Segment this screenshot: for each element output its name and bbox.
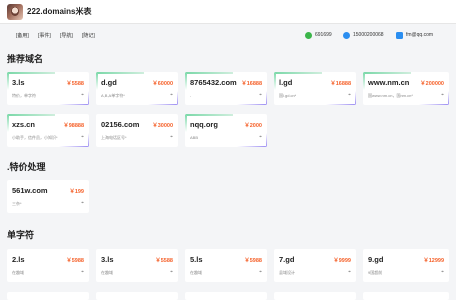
domain-name: 2.ls [12, 255, 25, 264]
tag-icon: ⌖ [348, 269, 351, 275]
tag-icon: ⌖ [81, 200, 84, 206]
domain-card[interactable]: 7.gd ￥9999 县域设计 ⌖ [274, 249, 356, 282]
domain-desc: 特价，单字符 [12, 93, 36, 98]
domain-desc: 上海电话区号* [101, 135, 127, 140]
domain-name: 7.gd [279, 255, 295, 264]
domain-card[interactable]: 9.gd ￥12999 9国超前 ⌖ [363, 249, 449, 282]
domain-card[interactable]: 3.ls ￥5588 特价，单字符 ⌖ [7, 72, 89, 105]
domain-desc: 在趣域 [12, 270, 24, 275]
domain-price: ￥9999 [333, 258, 351, 264]
domain-price: ￥98888 [63, 123, 84, 129]
domain-desc: A,B,A单字符* [101, 93, 125, 98]
tag-icon: ⌖ [81, 92, 84, 98]
domain-card[interactable]: 5.ls ￥5988 在趣域 ⌖ [185, 249, 267, 282]
domain-desc: 在趣域 [190, 270, 202, 275]
domain-price: ￥5588 [66, 81, 84, 87]
qq-icon [343, 31, 350, 39]
domain-price: ￥199 [69, 189, 84, 195]
domain-price: ￥200000 [420, 81, 444, 87]
domain-name: 9.gd [368, 255, 384, 264]
domain-card-partial[interactable] [185, 292, 267, 300]
tag-icon: ⌖ [441, 92, 444, 98]
domain-card[interactable]: www.nm.cn ￥200000 国www.nm.cn，国nm.cn* ⌖ [363, 72, 449, 105]
nav-link-nav[interactable]: [导航] [60, 32, 73, 39]
section-title-single: 单字符 [7, 230, 35, 240]
domain-name: 3.ls [101, 255, 114, 264]
tag-icon: ⌖ [170, 269, 173, 275]
domain-name: xzs.cn [12, 120, 35, 129]
domain-desc: 三杂* [12, 201, 22, 206]
site-title[interactable]: 222.domains米表 [27, 6, 91, 17]
domain-card[interactable]: 2.ls ￥5988 在趣域 ⌖ [7, 249, 89, 282]
domain-card[interactable]: xzs.cn ￥98888 小助手，信件员，小知识* ⌖ [7, 114, 89, 147]
domain-name: 8765432.com [190, 78, 237, 87]
wechat-icon [305, 31, 312, 39]
domain-card[interactable]: nqq.org ￥2000 ABB ⌖ [185, 114, 267, 147]
contact-qq: 15000200068 [343, 30, 384, 40]
domain-name: l.gd [279, 78, 293, 87]
tag-icon: ⌖ [81, 134, 84, 140]
domain-name: 02156.com [101, 120, 140, 129]
domain-name: 561w.com [12, 186, 48, 195]
domain-desc: 在趣域 [101, 270, 113, 275]
domain-desc: 国www.nm.cn，国nm.cn* [368, 93, 413, 98]
domain-price: ￥5988 [244, 258, 262, 264]
tag-icon: ⌖ [348, 92, 351, 98]
domain-desc: 9国超前 [368, 270, 383, 275]
section-title-recommended: 推荐域名 [7, 54, 44, 64]
section-title-special: .特价处理 [7, 162, 46, 172]
tag-icon: ⌖ [259, 269, 262, 275]
domain-card-partial[interactable] [274, 292, 356, 300]
domain-desc: 小助手，信件员，小知识* [12, 135, 58, 140]
domain-desc: ABB [190, 135, 199, 140]
tag-icon: ⌖ [441, 269, 444, 275]
domain-price: ￥12999 [423, 258, 444, 264]
site-logo[interactable] [7, 4, 23, 20]
domain-desc: - [190, 93, 192, 98]
domain-name: 5.ls [190, 255, 203, 264]
domain-card[interactable]: 8765432.com ￥16888 - ⌖ [185, 72, 267, 105]
domain-card[interactable]: 3.ls ￥5588 在趣域 ⌖ [96, 249, 178, 282]
contact-wechat: 691699 [305, 30, 332, 40]
domain-price: ￥5988 [66, 258, 84, 264]
domain-price: ￥60000 [152, 81, 173, 87]
nav-link-backup[interactable]: [备用] [16, 32, 29, 39]
nav-link-events[interactable]: [事件] [38, 32, 51, 39]
domain-price: ￥16888 [241, 81, 262, 87]
domain-name: www.nm.cn [368, 78, 410, 87]
domain-price: ￥2000 [244, 123, 262, 129]
email-icon [396, 31, 403, 39]
wechat-number: 691699 [315, 32, 332, 38]
nav-bar: [备用] [事件] [导航] [随记] 691699 15000200068 f… [0, 29, 456, 43]
qq-number: 15000200068 [353, 32, 384, 38]
domain-name: 3.ls [12, 78, 25, 87]
top-bar: 222.domains米表 [0, 0, 456, 24]
tag-icon: ⌖ [170, 92, 173, 98]
domain-name: d.gd [101, 78, 117, 87]
domain-card-partial[interactable] [7, 292, 89, 300]
domain-desc: 县域设计 [279, 270, 295, 275]
domain-card-partial[interactable] [363, 292, 449, 300]
domain-card[interactable]: l.gd ￥16888 国l.gd.cn* ⌖ [274, 72, 356, 105]
domain-card[interactable]: 02156.com ￥30000 上海电话区号* ⌖ [96, 114, 178, 147]
domain-price: ￥30000 [152, 123, 173, 129]
domain-card-partial[interactable] [96, 292, 178, 300]
tag-icon: ⌖ [81, 269, 84, 275]
domain-card[interactable]: 561w.com ￥199 三杂* ⌖ [7, 180, 89, 213]
domain-price: ￥5588 [155, 258, 173, 264]
nav-link-notes[interactable]: [随记] [82, 32, 95, 39]
domain-desc: 国l.gd.cn* [279, 93, 297, 98]
contact-email: fm@qq.com [396, 30, 433, 40]
tag-icon: ⌖ [259, 134, 262, 140]
domain-card[interactable]: d.gd ￥60000 A,B,A单字符* ⌖ [96, 72, 178, 105]
tag-icon: ⌖ [170, 134, 173, 140]
domain-name: nqq.org [190, 120, 218, 129]
tag-icon: ⌖ [259, 92, 262, 98]
domain-price: ￥16888 [330, 81, 351, 87]
email-address[interactable]: fm@qq.com [406, 32, 433, 38]
